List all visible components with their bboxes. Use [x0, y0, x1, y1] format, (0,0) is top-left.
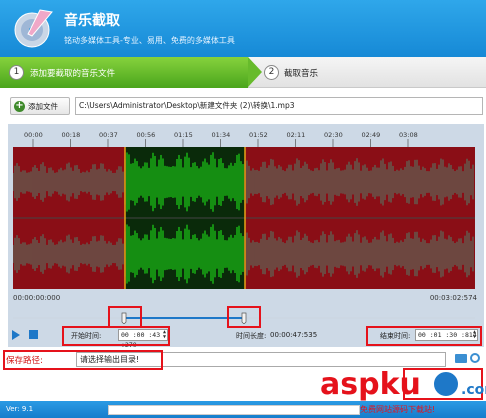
length-value: 00:00:47:535 [270, 331, 318, 339]
ruler-tick-label: 02:11 [287, 131, 306, 139]
timeline-end: 00:03:02:574 [429, 294, 477, 302]
start-time-highlight [62, 326, 170, 346]
step-bar: 1 添加要截取的音乐文件 2 截取音乐 [0, 57, 486, 88]
step-1[interactable]: 1 添加要截取的音乐文件 [0, 57, 248, 88]
ruler-tick-label: 03:08 [399, 131, 418, 139]
watermark-brand: aspku [320, 367, 421, 402]
plus-icon: + [14, 99, 25, 112]
step-2-number: 2 [264, 65, 279, 80]
watermark-tld: .com [461, 382, 486, 398]
step-1-label: 添加要截取的音乐文件 [30, 69, 116, 79]
ruler-tick-label: 01:15 [174, 131, 193, 139]
time-ruler: 00:00 00:18 00:37 00:56 01:15 01:34 01:52 02:11… [13, 127, 475, 147]
ruler-tick-label: 00:18 [62, 131, 81, 139]
end-time-highlight [366, 326, 482, 346]
ruler-tick-label: 00:56 [137, 131, 156, 139]
ruler-tick-label: 02:49 [362, 131, 381, 139]
step-1-number: 1 [9, 65, 24, 80]
add-file-label: 添加文件 [28, 101, 58, 111]
play-icon[interactable] [12, 330, 20, 340]
save-path-highlight [3, 350, 163, 370]
file-toolbar: + 添加文件 C:\Users\Administrator\Desktop\新建… [0, 88, 486, 124]
aspku-watermark-logo: aspku .com 免费网站源码下载站! [320, 367, 486, 414]
step-2-label: 截取音乐 [284, 69, 319, 79]
app-subtitle: 铭动多媒体工具-专业、易用、免费的多媒体工具 [64, 36, 235, 45]
ruler-tick-label: 00:37 [99, 131, 118, 139]
ruler-tick-label: 02:30 [324, 131, 343, 139]
watermark-tagline: 免费网站源码下载站! [360, 404, 435, 414]
music-cd-logo-icon [14, 9, 53, 48]
file-path-field[interactable]: C:\Users\Administrator\Desktop\新建文件夹 (2)… [75, 97, 483, 115]
ruler-tick-label: 01:34 [212, 131, 231, 139]
ruler-tick-label: 01:52 [249, 131, 268, 139]
app-title: 音乐截取 [64, 13, 120, 29]
add-file-button[interactable]: + 添加文件 [10, 97, 70, 115]
version-text: Ver: 9.1 [6, 405, 34, 413]
timeline-start: 00:00:00:000 [13, 294, 61, 302]
ruler-tick-label: 00:00 [24, 131, 43, 139]
length-label: 时间长度: [236, 332, 267, 340]
stop-icon[interactable] [29, 330, 38, 339]
step-arrow [248, 57, 262, 87]
waveform[interactable] [13, 147, 475, 289]
app-header: 音乐截取 铭动多媒体工具-专业、易用、免费的多媒体工具 [0, 0, 486, 57]
